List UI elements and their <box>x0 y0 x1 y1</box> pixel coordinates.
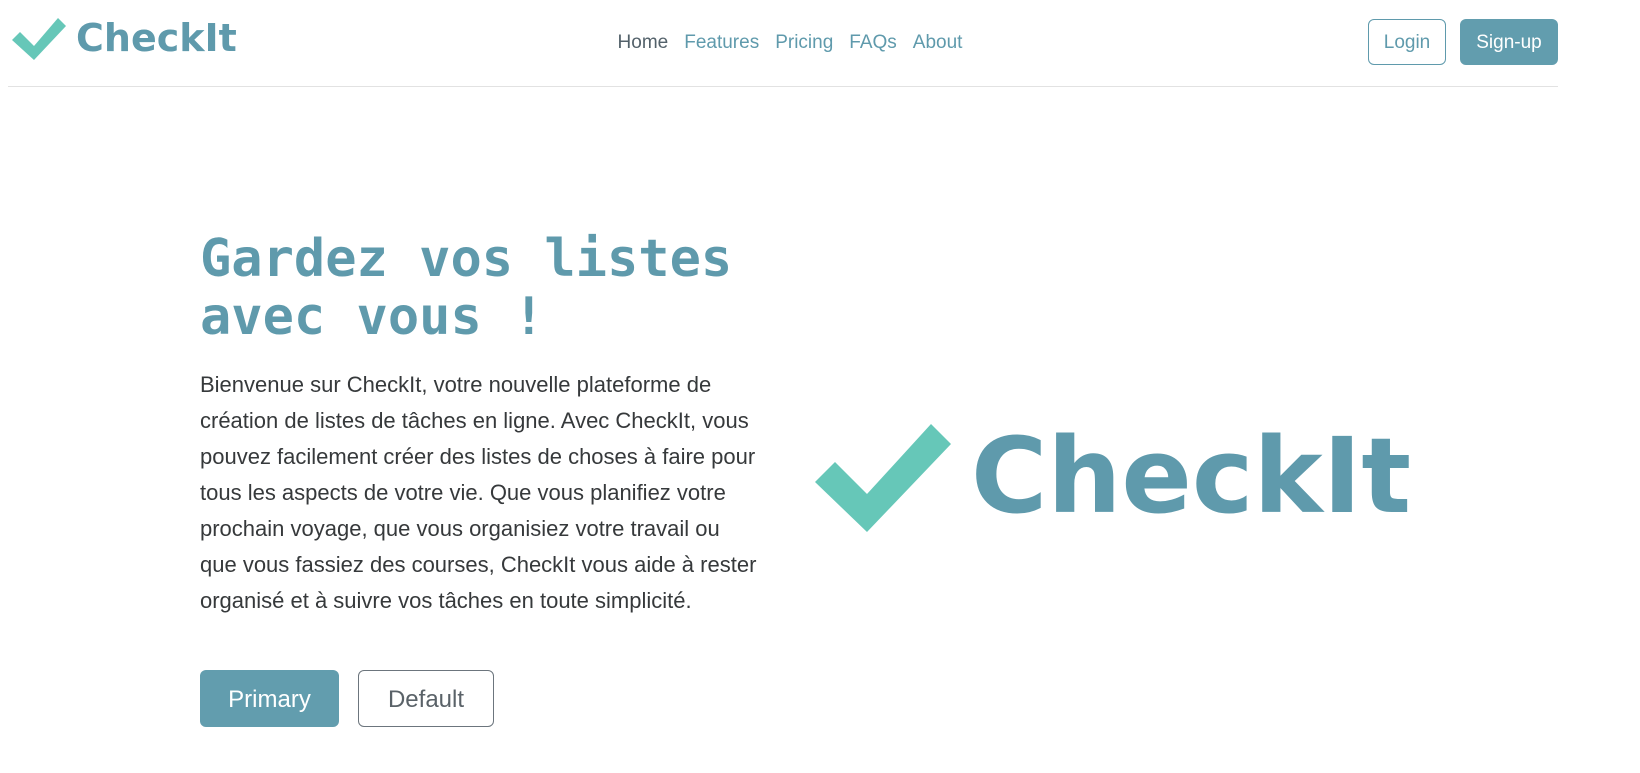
nav-about[interactable]: About <box>905 28 971 58</box>
login-button[interactable]: Login <box>1368 19 1446 65</box>
primary-button[interactable]: Primary <box>200 670 339 727</box>
nav-pricing[interactable]: Pricing <box>767 28 841 58</box>
nav-faqs[interactable]: FAQs <box>841 28 905 58</box>
hero-logo-text: CheckIt <box>971 415 1412 537</box>
nav-home[interactable]: Home <box>610 28 677 58</box>
checkmark-icon <box>815 424 951 532</box>
hero-description: Bienvenue sur CheckIt, votre nouvelle pl… <box>200 372 757 613</box>
site-header: CheckIt Home Features Pricing FAQs About Log… <box>8 0 1558 87</box>
hero-title-line2: avec vous ! <box>200 287 545 347</box>
landing-page: CheckIt Home Features Pricing FAQs About Log… <box>0 0 1640 773</box>
hero-title-line1: Gardez vos listes <box>200 229 733 289</box>
hero-title: Gardez vos listes avec vous ! <box>200 230 800 346</box>
hero-logo: CheckIt <box>815 420 1411 532</box>
main-nav: Home Features Pricing FAQs About <box>8 28 1558 58</box>
signup-button[interactable]: Sign-up <box>1460 19 1558 65</box>
nav-features[interactable]: Features <box>676 28 767 58</box>
default-button[interactable]: Default <box>358 670 494 727</box>
